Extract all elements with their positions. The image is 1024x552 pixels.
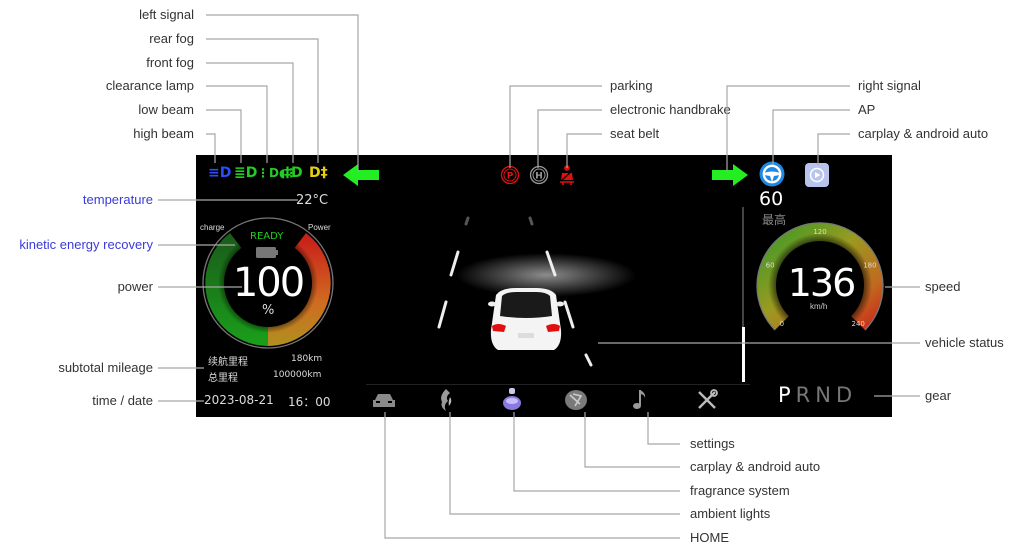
vehicle-status-scene <box>437 216 636 367</box>
label-temperature: temperature <box>82 192 153 207</box>
handbrake-letter: H <box>535 172 543 182</box>
label-right-signal: right signal <box>858 78 921 93</box>
parking-warning-icon: P <box>500 165 520 185</box>
total-mileage-label: 总里程 <box>208 373 238 384</box>
handbrake-icon: H <box>529 165 549 185</box>
label-front-fog: front fog <box>146 55 194 70</box>
right-signal-icon <box>712 164 748 186</box>
gear-p[interactable]: P <box>778 383 796 407</box>
gear-r[interactable]: R <box>796 383 816 407</box>
label-subtotal-mileage: subtotal mileage <box>58 360 153 375</box>
speed-tick-label: 60 <box>766 261 775 269</box>
time-readout: 16：00 <box>288 395 331 409</box>
speed-limit-value: 60 <box>759 188 784 210</box>
fragrance-system-icon[interactable] <box>502 387 522 413</box>
tools-icon[interactable] <box>696 389 718 411</box>
label-carplay-top: carplay & android auto <box>858 126 989 141</box>
label-seat-belt: seat belt <box>610 126 660 141</box>
label-power: power <box>117 279 153 294</box>
range-value: 180km <box>291 354 323 364</box>
label-fragrance-system: fragrance system <box>690 483 790 498</box>
speed-unit: km/h <box>810 302 828 311</box>
total-mileage-value: 100000km <box>273 370 322 380</box>
label-low-beam: low beam <box>138 102 194 117</box>
gear-selector: PRND <box>778 383 857 407</box>
left-signal-icon <box>343 164 379 186</box>
label-ambient-lights: ambient lights <box>690 506 771 521</box>
gear-n[interactable]: N <box>815 383 836 407</box>
power-unit: % <box>262 303 275 318</box>
label-ap: AP <box>858 102 876 117</box>
power-value: 100 <box>232 260 305 306</box>
ready-status: READY <box>250 231 284 242</box>
parking-letter: P <box>507 172 514 182</box>
music-note-settings-icon[interactable] <box>632 388 648 412</box>
carplay-android-auto-icon[interactable] <box>564 389 588 411</box>
label-vehicle-status: vehicle status <box>925 335 1004 350</box>
speed-tick-label: 240 <box>851 320 864 328</box>
rear-fog-icon: D‡ <box>309 165 328 181</box>
battery-icon <box>256 247 276 258</box>
date-readout: 2023-08-21 <box>204 393 274 407</box>
speed-tick-label: 0 <box>780 320 784 328</box>
charge-label: charge <box>200 223 225 232</box>
low-beam-icon: ≣D <box>234 165 258 181</box>
label-carplay-bottom: carplay & android auto <box>690 459 821 474</box>
seat-belt-icon <box>560 165 574 185</box>
label-settings: settings <box>690 436 735 451</box>
instrument-cluster: ≡D ≣D ⋮D◖⋮ ‡D D‡ P H 22°C charge Power R… <box>196 155 892 417</box>
power-label: Power <box>308 223 331 232</box>
label-high-beam: high beam <box>133 126 194 141</box>
home-car-icon[interactable] <box>372 391 396 409</box>
label-home: HOME <box>690 530 729 545</box>
car-rear-view <box>488 288 564 350</box>
label-parking: parking <box>610 78 653 93</box>
range-label: 续航里程 <box>208 357 248 368</box>
label-left-signal: left signal <box>139 7 194 22</box>
speed-bar-fill <box>742 327 745 382</box>
speed-value: 136 <box>787 261 857 305</box>
nav-divider <box>366 384 750 385</box>
high-beam-icon: ≡D <box>208 165 232 181</box>
label-rear-fog: rear fog <box>149 31 194 46</box>
label-kinetic-energy-recovery: kinetic energy recovery <box>19 237 153 252</box>
gear-d[interactable]: D <box>836 383 857 407</box>
ap-steering-wheel-icon <box>759 161 785 187</box>
label-time-date: time / date <box>92 393 153 408</box>
label-electronic-handbrake: electronic handbrake <box>610 102 731 117</box>
ambient-lights-icon[interactable] <box>437 388 455 412</box>
front-fog-icon: ‡D <box>284 165 303 181</box>
label-speed: speed <box>925 279 961 294</box>
temperature-readout: 22°C <box>296 193 329 208</box>
label-clearance-lamp: clearance lamp <box>105 78 194 93</box>
speed-tick-label: 120 <box>813 228 826 236</box>
carplay-status-icon[interactable] <box>805 163 829 187</box>
label-gear: gear <box>925 388 952 403</box>
